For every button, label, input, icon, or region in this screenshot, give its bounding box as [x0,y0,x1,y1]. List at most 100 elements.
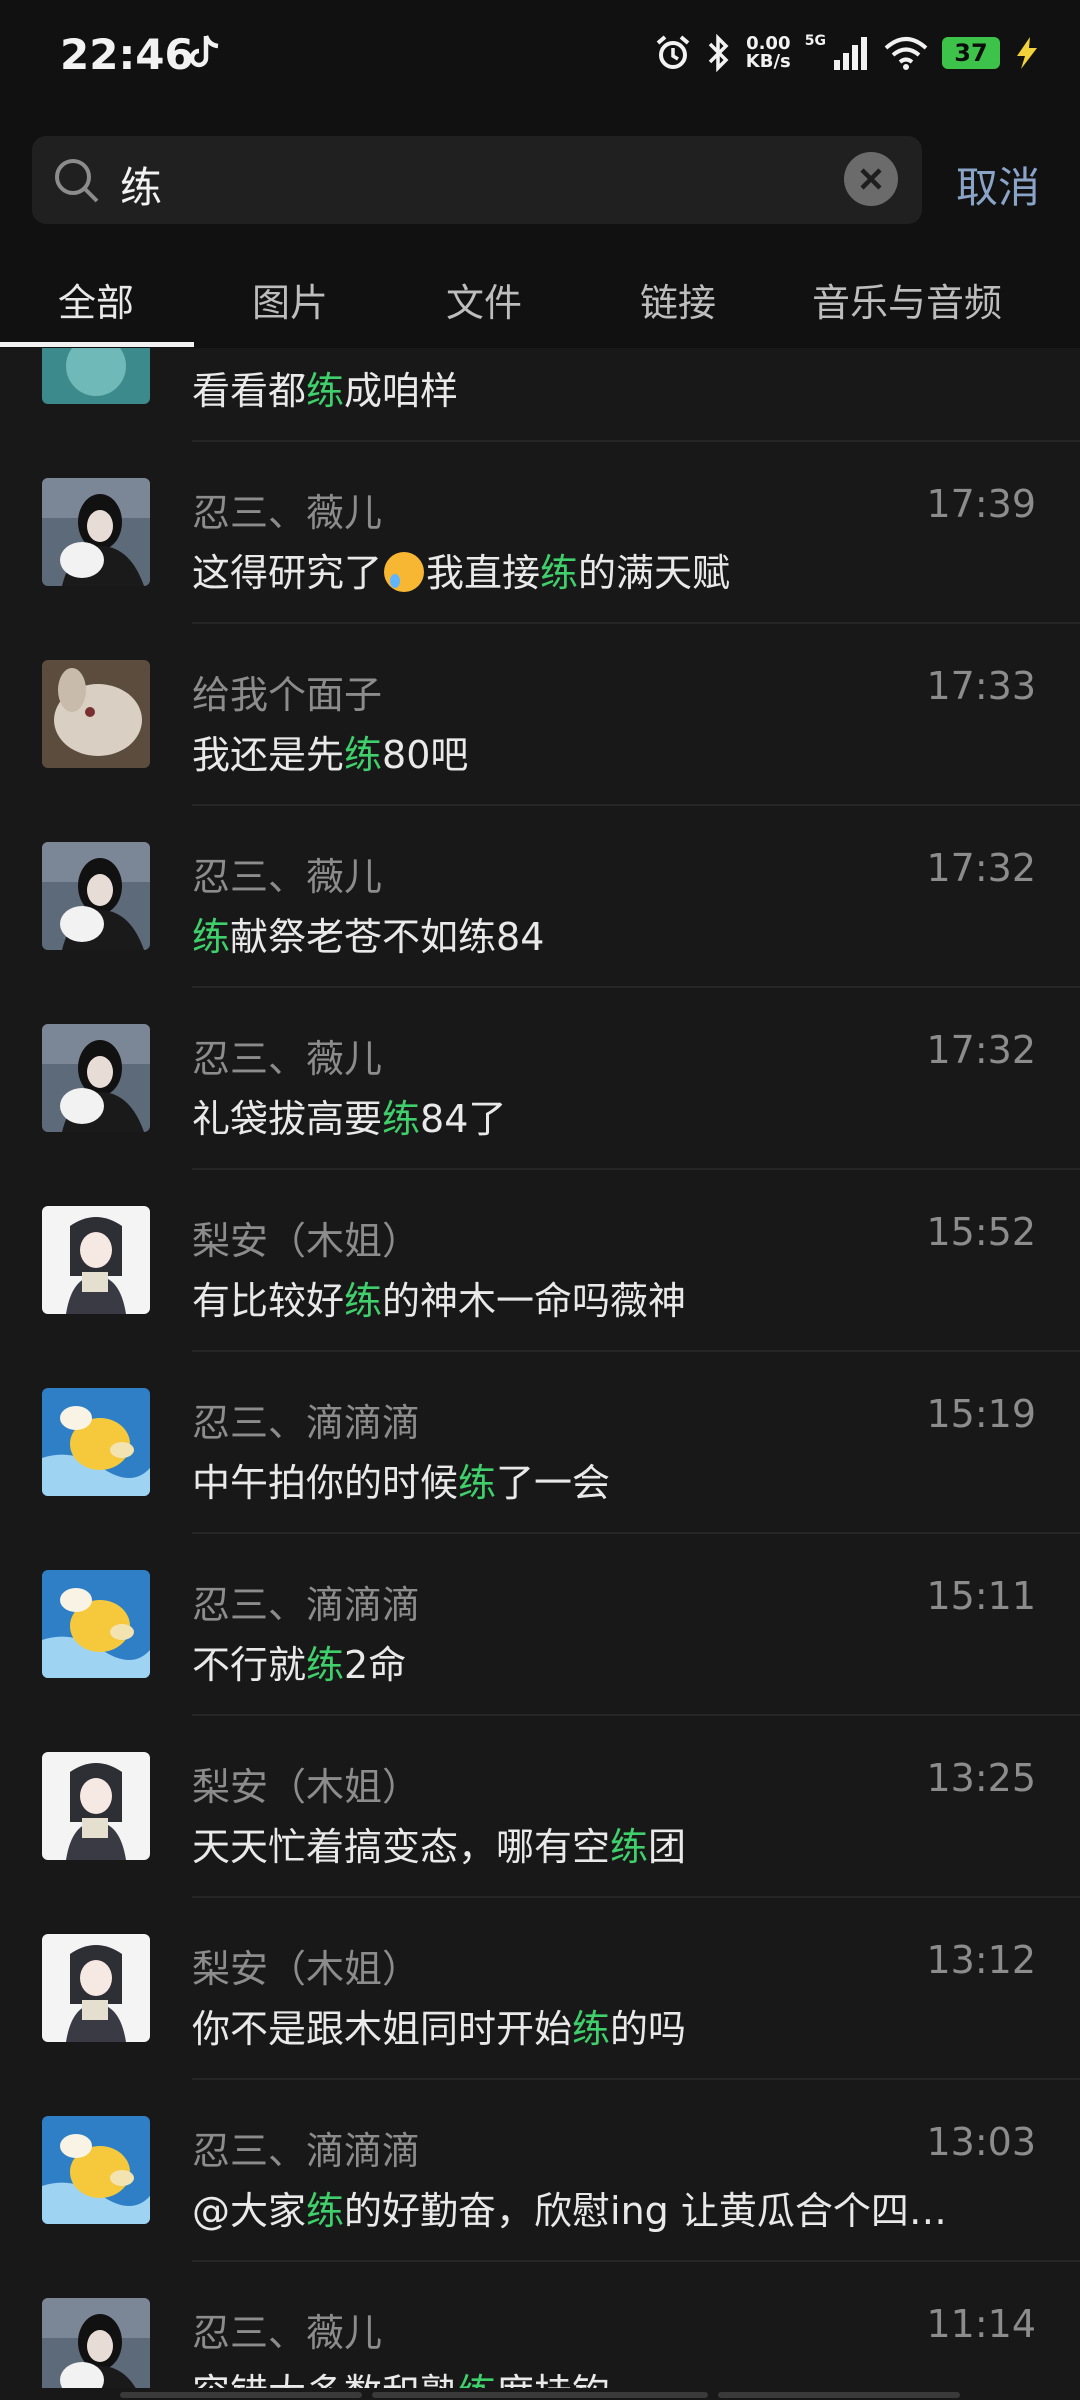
chat-name: 忍三、滴滴滴 [192,1401,421,1445]
snippet-text: 不行就 [192,1643,307,1687]
tab-music-audio[interactable]: 音乐与音频 [812,272,1002,327]
keyword-highlight: 练 [306,1643,345,1687]
scroll-pill [120,2392,362,2398]
search-icon [55,159,99,203]
cancel-button[interactable]: 取消 [956,154,1040,215]
search-query: 练 [120,163,163,212]
keyword-highlight: 练 [306,369,345,413]
bottom-scroll-bar [0,2388,1080,2400]
snippet-text: @大家 [192,2189,307,2233]
message-time: 13:03 [926,2120,1036,2164]
message-time: 11:14 [926,2302,1036,2346]
tab-indicator [0,342,194,347]
snippet-text: 的好勤奋，欣慰ing 让黄瓜合个四… [344,2189,947,2233]
chat-name: 梨安（木姐） [192,1765,421,1809]
avatar[interactable] [42,478,150,586]
avatar[interactable] [42,1570,150,1678]
search-result-row[interactable]: 梨安（木姐） 13:12 你不是跟木姐同时开始练的吗 [0,1898,1080,2080]
message-time: 17:32 [926,1028,1036,1072]
snippet-text: 的神木一命吗薇神 [382,1279,687,1323]
message-snippet: @大家练的好勤奋，欣慰ing 让黄瓜合个四… [192,2180,947,2235]
tab-all[interactable]: 全部 [58,272,134,327]
message-snippet: 天天忙着搞变态，哪有空练团 [192,1816,686,1871]
message-snippet: 有比较好练的神木一命吗薇神 [192,1270,686,1325]
avatar[interactable] [42,2298,150,2388]
avatar[interactable] [42,1934,150,2042]
avatar[interactable] [42,1752,150,1860]
tab-files[interactable]: 文件 [446,272,522,327]
tiktok-icon [189,35,219,68]
tab-images[interactable]: 图片 [252,272,328,327]
chat-name: 给我个面子 [192,673,383,717]
battery-icon: 37 [942,37,1000,69]
search-result-row[interactable]: 忍三、薇儿 17:39 这得研究了 我直接练的满天赋 [0,442,1080,624]
search-result-row[interactable]: 忍三、薇儿 11:14 容错大多数和熟练度挂钩 [0,2262,1080,2388]
message-time: 13:25 [926,1756,1036,1800]
avatar[interactable] [42,660,150,768]
message-snippet: 不行就练2命 [192,1634,406,1689]
avatar[interactable] [42,348,150,404]
snippet-text: 中午拍你的时候 [192,1461,459,1505]
keyword-highlight: 练 [458,2371,496,2388]
message-snippet: 你不是跟木姐同时开始练的吗 [192,1998,686,2053]
snippet-text: 容错大多数和熟 [192,2371,458,2388]
snippet-text: 有比较好 [192,1279,345,1323]
avatar[interactable] [42,842,150,950]
status-time: 22:46 [60,30,194,79]
search-bar: 练 取消 [0,118,1080,250]
snippet-text: 天天忙着搞变态，哪有空 [192,1825,611,1869]
message-time: 13:12 [926,1938,1036,1982]
filter-tabs: 全部 图片 文件 链接 音乐与音频 [0,250,1080,348]
chat-name: 忍三、薇儿 [192,2311,383,2355]
snippet-text: 这得研究了 [192,551,383,595]
keyword-highlight: 练 [344,733,383,777]
search-result-row[interactable]: 忍三、滴滴滴 15:19 中午拍你的时候练了一会 [0,1352,1080,1534]
search-results-list[interactable]: 看看都练成咱样 忍三、薇儿 17:39 这得研究了 我直接练的满天赋 给我个面子 17:33… [0,348,1080,2388]
search-result-row[interactable]: 忍三、薇儿 17:32 练献祭老苍不如练84 [0,806,1080,988]
snippet-text: 84了 [420,1097,507,1141]
snippet-text: 我还是先 [192,733,345,777]
snippet-text: 你不是跟木姐同时开始 [192,2007,573,2051]
wifi-icon [884,37,928,70]
snippet-text: 的满天赋 [578,551,731,595]
search-result-row[interactable]: 忍三、薇儿 17:32 礼袋拔高要练84了 [0,988,1080,1170]
charging-icon [1017,37,1037,69]
keyword-highlight: 练 [610,1825,649,1869]
message-snippet: 容错大多数和熟练度挂钩 [192,2362,610,2388]
message-time: 15:11 [926,1574,1036,1618]
chat-name: 忍三、滴滴滴 [192,2129,421,2173]
avatar[interactable] [42,1024,150,1132]
keyword-highlight: 练 [572,2007,611,2051]
snippet-text: 了一会 [496,1461,611,1505]
snippet-text: 的吗 [610,2007,687,2051]
search-result-row[interactable]: 看看都练成咱样 [0,348,1080,442]
message-snippet: 这得研究了 我直接练的满天赋 [192,542,730,597]
search-input[interactable]: 练 [32,136,922,224]
keyword-highlight: 练 [540,551,579,595]
snippet-text: 成咱样 [344,369,459,413]
network-type: 5G [804,33,826,49]
snippet-text: 2命 [344,1643,407,1687]
search-result-row[interactable]: 忍三、滴滴滴 15:11 不行就练2命 [0,1534,1080,1716]
search-result-row[interactable]: 梨安（木姐） 13:25 天天忙着搞变态，哪有空练团 [0,1716,1080,1898]
status-bar: 22:46 0.00 KB/s 5G 37 [0,0,1080,118]
keyword-highlight: 练 [192,915,231,959]
snippet-text: 团 [648,1825,687,1869]
search-result-row[interactable]: 梨安（木姐） 15:52 有比较好练的神木一命吗薇神 [0,1170,1080,1352]
tab-links[interactable]: 链接 [640,272,716,327]
avatar[interactable] [42,2116,150,2224]
net-speed: 0.00 KB/s [746,35,791,71]
keyword-highlight: 练 [458,1461,497,1505]
snippet-text: 看看都 [192,369,307,413]
avatar[interactable] [42,1206,150,1314]
clear-icon[interactable] [844,152,898,206]
search-result-row[interactable]: 给我个面子 17:33 我还是先练80吧 [0,624,1080,806]
message-time: 15:52 [926,1210,1036,1254]
snippet-text: 献祭老苍不如练84 [230,915,545,959]
chat-name: 忍三、薇儿 [192,1037,383,1081]
keyword-highlight: 练 [382,1097,421,1141]
snippet-text: 80吧 [382,733,469,777]
avatar[interactable] [42,1388,150,1496]
alarm-icon [656,35,690,69]
search-result-row[interactable]: 忍三、滴滴滴 13:03 @大家练的好勤奋，欣慰ing 让黄瓜合个四… [0,2080,1080,2262]
